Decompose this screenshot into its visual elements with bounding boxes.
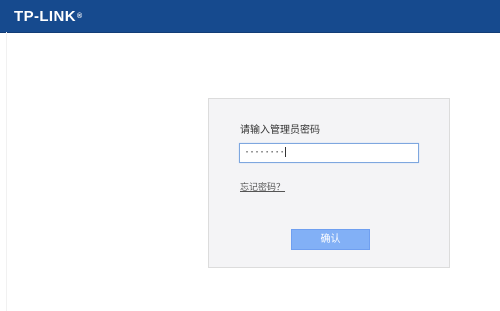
password-input[interactable]: ········ — [239, 143, 419, 163]
confirm-button[interactable]: 确认 — [291, 229, 370, 250]
registered-mark: ® — [76, 13, 83, 20]
password-masked-value: ········ — [244, 147, 285, 158]
admin-password-panel: 请输入管理员密码 ········ 忘记密码？ 确认 — [208, 98, 450, 268]
tp-link-logo: TP-LINK® — [14, 9, 83, 24]
forgot-password-link[interactable]: 忘记密码？ — [240, 183, 285, 194]
left-page-divider — [6, 32, 7, 311]
login-page: TP-LINK® 请输入管理员密码 ········ 忘记密码？ 确认 — [0, 0, 500, 311]
text-caret — [285, 147, 287, 157]
top-header-bar: TP-LINK® — [0, 0, 500, 33]
admin-password-prompt: 请输入管理员密码 — [240, 125, 320, 136]
logo-text: TP-LINK — [14, 8, 76, 25]
